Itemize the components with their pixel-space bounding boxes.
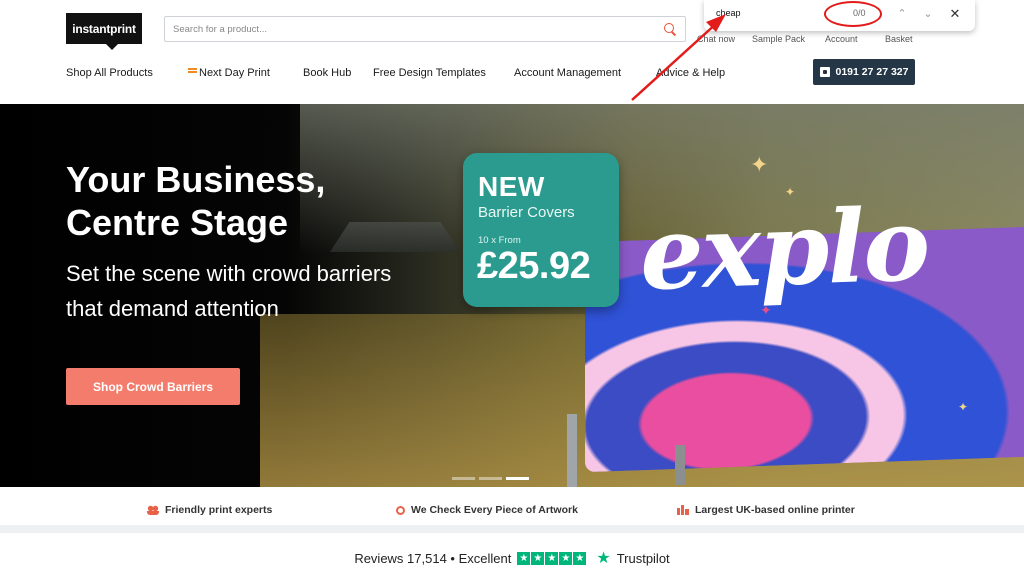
- find-close-icon[interactable]: ✕: [947, 6, 963, 22]
- usp-strip: Friendly print experts We Check Every Pi…: [0, 487, 1024, 533]
- building-icon: [677, 505, 689, 515]
- sparkle-icon: ✦: [750, 152, 769, 177]
- main-nav: Shop All Products Next Day Print Book Hu…: [66, 67, 766, 83]
- find-query[interactable]: cheap: [716, 8, 741, 18]
- banner-word: explo: [638, 185, 930, 313]
- annotation-circle: [824, 1, 882, 27]
- trustpilot-label: Trustpilot: [616, 550, 670, 566]
- star-icon: ★: [531, 551, 545, 565]
- magnifier-icon: [396, 505, 405, 515]
- nav-advice-help[interactable]: Advice & Help: [656, 67, 725, 79]
- hero-subtitle: Set the scene with crowd barriers that d…: [66, 261, 392, 321]
- usp-label: We Check Every Piece of Artwork: [411, 504, 578, 516]
- star-icon: ★: [545, 551, 559, 565]
- sample-pack-link[interactable]: Sample Pack: [752, 34, 805, 44]
- phone-icon: [819, 67, 830, 77]
- nav-account-management[interactable]: Account Management: [514, 67, 621, 79]
- nav-book-hub[interactable]: Book Hub: [303, 67, 351, 79]
- promo-price: £25.92: [477, 245, 591, 287]
- promo-product: Barrier Covers: [478, 204, 575, 221]
- carousel-dots: [452, 477, 529, 480]
- next-day-icon: [188, 68, 197, 75]
- star-icon: ★: [573, 551, 587, 565]
- promo-badge[interactable]: NEW Barrier Covers 10 x From £25.92: [463, 153, 619, 307]
- search-bar: [164, 16, 686, 42]
- account-link[interactable]: Account: [825, 34, 858, 44]
- usp-largest-printer: Largest UK-based online printer: [677, 504, 855, 516]
- chat-now-link[interactable]: Chat now: [697, 34, 735, 44]
- shop-crowd-barriers-button[interactable]: Shop Crowd Barriers: [66, 368, 240, 405]
- basket-link[interactable]: Basket: [885, 34, 913, 44]
- sparkle-icon: ✦: [785, 185, 796, 199]
- barrier-post-foot: [675, 445, 685, 485]
- reviews-text: Reviews 17,514 • Excellent: [354, 550, 512, 566]
- search-input[interactable]: [173, 23, 663, 35]
- usp-artwork-check: We Check Every Piece of Artwork: [396, 504, 578, 516]
- carousel-dot-active[interactable]: [506, 477, 529, 480]
- star-icon: ★: [517, 551, 531, 565]
- hero-title: Your Business, Centre Stage: [66, 159, 326, 243]
- star-icon: ★: [559, 551, 573, 565]
- phone-button[interactable]: 0191 27 27 327: [813, 59, 915, 85]
- instantprint-logo[interactable]: instantprint: [66, 13, 142, 50]
- nav-next-day-print[interactable]: Next Day Print: [188, 67, 270, 79]
- find-in-page-bar: cheap 0/0 ⌃ ⌄ ✕: [704, 0, 975, 31]
- usp-friendly-experts: Friendly print experts: [147, 504, 272, 516]
- phone-number: 0191 27 27 327: [835, 66, 909, 78]
- usp-label: Friendly print experts: [165, 504, 273, 516]
- promo-new: NEW: [478, 171, 545, 202]
- carousel-dot[interactable]: [452, 477, 475, 480]
- logo-text: instantprint: [72, 21, 136, 36]
- carousel-dot[interactable]: [479, 477, 502, 480]
- nav-next-day-label: Next Day Print: [199, 67, 270, 79]
- reviews-bar[interactable]: Reviews 17,514 • Excellent ★ ★ ★ ★ ★ ★ T…: [0, 541, 1024, 575]
- find-previous-icon[interactable]: ⌃: [894, 6, 910, 22]
- people-icon: [147, 505, 159, 515]
- nav-free-design-templates[interactable]: Free Design Templates: [373, 67, 486, 79]
- sparkle-icon: ✦: [958, 400, 969, 414]
- barrier-post: [567, 414, 577, 487]
- sparkle-icon: ✦: [760, 302, 772, 318]
- trustpilot-logo-icon: ★: [596, 550, 611, 567]
- nav-shop-all-products[interactable]: Shop All Products: [66, 67, 153, 79]
- search-icon[interactable]: [663, 22, 677, 36]
- usp-label: Largest UK-based online printer: [695, 504, 855, 516]
- find-next-icon[interactable]: ⌄: [920, 6, 936, 22]
- trustpilot-stars: ★ ★ ★ ★ ★: [517, 551, 587, 565]
